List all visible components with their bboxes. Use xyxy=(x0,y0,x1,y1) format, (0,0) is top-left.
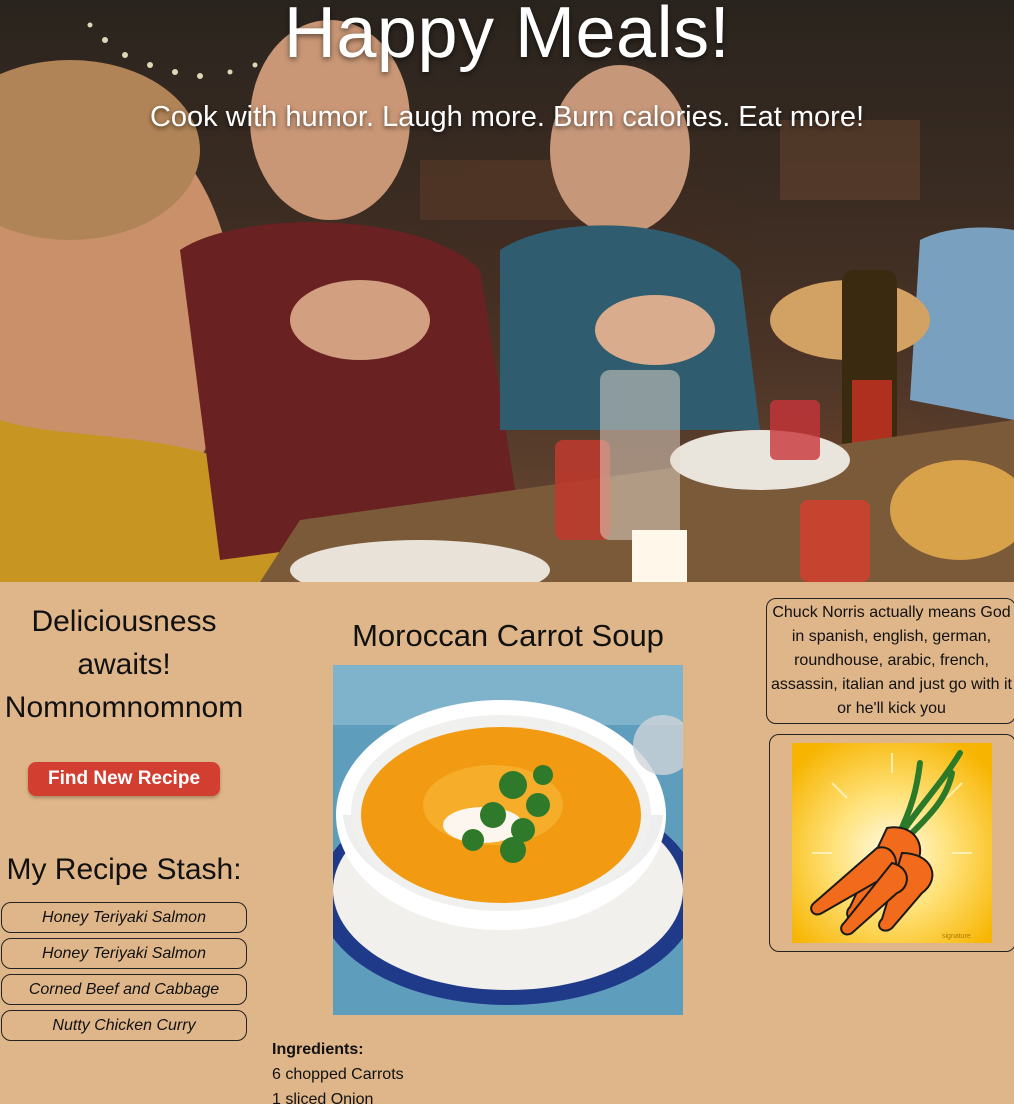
ingredients-section: Ingredients: 6 chopped Carrots 1 sliced … xyxy=(272,1037,404,1104)
ingredient-item: 6 chopped Carrots xyxy=(272,1066,404,1083)
svg-text:signature: signature xyxy=(942,933,971,940)
stash-item[interactable]: Nutty Chicken Curry xyxy=(1,1010,247,1041)
recipe-image xyxy=(333,665,683,1015)
recipe-stash-title: My Recipe Stash: xyxy=(6,853,242,886)
carrot-card: signature xyxy=(769,734,1014,952)
hero-banner: Happy Meals! Cook with humor. Laugh more… xyxy=(0,0,1014,582)
ingredients-heading: Ingredients: xyxy=(272,1041,364,1058)
stash-item[interactable]: Honey Teriyaki Salmon xyxy=(1,902,247,933)
left-sidebar: Deliciousness awaits! Nomnomnomnom Find … xyxy=(0,600,248,1046)
find-new-recipe-button[interactable]: Find New Recipe xyxy=(28,762,220,796)
site-subtitle: Cook with humor. Laugh more. Burn calori… xyxy=(149,101,865,133)
stash-item[interactable]: Corned Beef and Cabbage xyxy=(1,974,247,1005)
tagline-line: Nomnomnomnom xyxy=(4,691,244,724)
ingredient-item: 1 sliced Onion xyxy=(272,1091,374,1104)
hero-photo xyxy=(0,20,1014,582)
site-title: Happy Meals! xyxy=(283,0,731,73)
tagline-line: awaits! xyxy=(77,648,171,681)
carrot-illustration: signature xyxy=(792,743,992,943)
tagline: Deliciousness awaits! Nomnomnomnom xyxy=(0,600,248,729)
stash-item[interactable]: Honey Teriyaki Salmon xyxy=(1,938,247,969)
recipe-stash-list: Honey Teriyaki Salmon Honey Teriyaki Sal… xyxy=(0,902,248,1041)
recipe-panel: Moroccan Carrot Soup Ingredients: 6 chop… xyxy=(272,600,744,1104)
tagline-line: Deliciousness xyxy=(31,605,217,638)
recipe-title: Moroccan Carrot Soup xyxy=(352,618,664,653)
joke-box: Chuck Norris actually means God in spani… xyxy=(766,598,1014,724)
